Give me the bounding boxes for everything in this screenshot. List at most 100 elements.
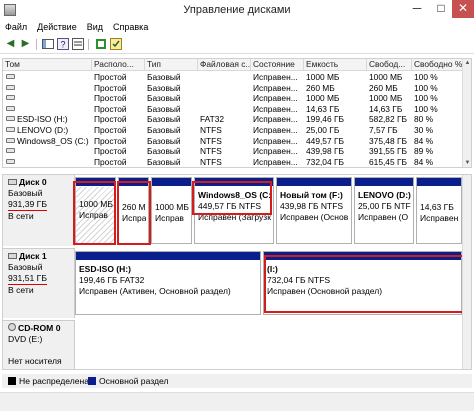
menu-bar: Файл Действие Вид Справка [0, 20, 474, 36]
partition-lenovo-d[interactable]: LENOVO (D:) 25,00 ГБ NTFS Исправен (О [354, 177, 414, 244]
cell-status: Исправен... [253, 135, 298, 146]
cell-volume [3, 72, 92, 83]
partition-size: 439,98 ГБ NTFS [280, 201, 344, 211]
disk-size: 931,39 ГБ [8, 199, 47, 211]
table-row[interactable]: Windows8_OS (C:) Простой Базовый NTFS Исправ… [3, 136, 463, 147]
cell-layout: Простой [94, 72, 127, 82]
cell-free: 7,57 ГБ [369, 125, 398, 135]
menu-file[interactable]: Файл [0, 20, 32, 36]
volume-list: Том Располо... Тип Файловая с... Состоян… [2, 58, 472, 168]
menu-help[interactable]: Справка [108, 20, 153, 36]
cell-free: 1000 МБ [369, 93, 403, 104]
column-header-volume[interactable]: Том [3, 59, 92, 71]
cell-free-percent: 84 % [414, 156, 434, 167]
partition-status: Исправен (Активен, Основной раздел) [79, 286, 231, 296]
cell-layout: Простой [94, 135, 127, 146]
volume-name: Windows8_OS (C:) [17, 135, 89, 146]
properties-icon[interactable] [71, 38, 84, 51]
drive-icon [6, 148, 15, 154]
drive-icon [6, 95, 15, 101]
partition-status: Исправен (О [358, 212, 409, 222]
column-header-status[interactable]: Состояние [251, 59, 304, 71]
cell-status: Исправен... [253, 103, 298, 114]
title-bar: Управление дисками ─ □ ✕ [0, 0, 474, 20]
column-header-capacity[interactable]: Емкость [304, 59, 367, 71]
disk-map: Диск 0 Базовый 931,39 ГБ В сети 1000 МБ … [2, 174, 472, 370]
disk-0-info[interactable]: Диск 0 Базовый 931,39 ГБ В сети [3, 175, 75, 246]
cell-layout: Простой [94, 146, 127, 157]
cell-free-percent: 80 % [414, 114, 434, 125]
cell-free: 14,63 ГБ [369, 103, 403, 114]
partition-title: Новый том (F:) [280, 190, 343, 200]
table-row[interactable]: Простой Базовый Исправен... 1000 МБ 1000 МБ 1… [3, 93, 463, 104]
check-icon[interactable] [109, 38, 122, 51]
disk-1-info[interactable]: Диск 1 Базовый 931,51 ГБ В сети [3, 248, 75, 318]
cell-free: 582,82 ГБ [369, 114, 407, 125]
connect-icon[interactable] [94, 38, 107, 51]
cell-layout: Простой [94, 103, 127, 114]
column-header-type[interactable]: Тип [145, 59, 198, 71]
help-icon[interactable]: ? [56, 38, 69, 51]
partition-disk0-3[interactable]: 1000 МБ Исправ [151, 177, 192, 244]
scroll-up-icon[interactable]: ▲ [464, 60, 471, 66]
cell-status: Исправен... [253, 114, 298, 125]
table-row[interactable]: Простой Базовый Исправен... 1000 МБ 1000 МБ 1… [3, 72, 463, 83]
disk-name: Диск 0 [19, 177, 47, 187]
cell-type: Базовый [147, 103, 181, 114]
table-row[interactable]: ESD-ISO (H:) Простой Базовый FAT32 Исправен.… [3, 114, 463, 125]
menu-view[interactable]: Вид [82, 20, 108, 36]
cell-capacity: 199,46 ГБ [306, 114, 344, 125]
table-row[interactable]: Простой Базовый NTFS Исправен... 732,04 ГБ 61… [3, 157, 463, 168]
partition-size: 199,46 ГБ FAT32 [79, 275, 145, 285]
legend: Не распределена Основной раздел [2, 374, 472, 388]
cell-capacity: 14,63 ГБ [306, 103, 340, 114]
disk-name: Диск 1 [19, 251, 47, 261]
cell-filesystem [198, 104, 251, 115]
drive-icon [6, 84, 15, 90]
cell-filesystem [198, 83, 251, 94]
dvd-icon [8, 323, 16, 331]
volume-list-header: Том Располо... Тип Файловая с... Состоян… [3, 59, 463, 71]
cell-type: Базовый [147, 72, 181, 82]
table-row[interactable]: Простой Базовый NTFS Исправен... 439,98 ГБ 39… [3, 146, 463, 157]
cell-free-percent: 30 % [414, 125, 434, 135]
cell-status: Исправен... [253, 72, 298, 82]
forward-arrow-icon[interactable]: ▶ [19, 38, 32, 51]
maximize-button[interactable]: □ [428, 0, 454, 18]
minimize-button[interactable]: ─ [404, 0, 430, 18]
cell-capacity: 25,00 ГБ [306, 125, 340, 135]
column-header-filesystem[interactable]: Файловая с... [198, 59, 251, 71]
column-header-free[interactable]: Свобод... [367, 59, 412, 71]
table-row[interactable]: Простой Базовый Исправен... 260 МБ 260 МБ 100… [3, 83, 463, 94]
cell-type: Базовый [147, 156, 181, 167]
cell-volume [3, 83, 92, 94]
console-tree-icon[interactable] [41, 38, 54, 51]
partition-size: 14,63 ГБ [420, 202, 454, 212]
cell-capacity: 1000 МБ [306, 72, 340, 82]
disk-size: 931,51 ГБ [8, 273, 47, 285]
cell-type: Базовый [147, 93, 181, 104]
partition-new-volume-f[interactable]: Новый том (F:) 439,98 ГБ NTFS Исправен (… [276, 177, 352, 244]
scroll-down-icon[interactable]: ▼ [464, 160, 471, 166]
menu-action[interactable]: Действие [32, 20, 82, 36]
cell-capacity: 449,57 ГБ [306, 135, 344, 146]
disk-name: CD-ROM 0 [18, 323, 61, 333]
cell-layout: Простой [94, 114, 127, 125]
column-header-free-percent[interactable]: Свободно % [412, 59, 463, 71]
drive-icon [6, 116, 15, 122]
close-button[interactable]: ✕ [452, 0, 474, 18]
table-row[interactable]: Простой Базовый Исправен... 14,63 ГБ 14,63 Г… [3, 104, 463, 115]
legend-label-primary: Основной раздел [99, 376, 169, 386]
back-arrow-icon[interactable]: ◀ [4, 38, 17, 51]
volume-list-scrollbar[interactable]: ▲ ▼ [462, 59, 471, 167]
partition-disk0-recovery[interactable]: 14,63 ГБ Исправен [416, 177, 462, 244]
cell-status: Исправен... [253, 156, 298, 167]
partition-bar [152, 178, 191, 186]
cell-filesystem [198, 72, 251, 83]
cdrom-0-info[interactable]: CD-ROM 0 DVD (E:) Нет носителя [3, 320, 75, 369]
disk-map-scrollbar[interactable] [462, 175, 471, 369]
table-row[interactable]: LENOVO (D:) Простой Базовый NTFS Исправен...… [3, 125, 463, 136]
partition-esd-iso-h[interactable]: ESD-ISO (H:) 199,46 ГБ FAT32 Исправен (А… [75, 251, 261, 315]
column-header-layout[interactable]: Располо... [92, 59, 145, 71]
cell-layout: Простой [94, 93, 127, 104]
